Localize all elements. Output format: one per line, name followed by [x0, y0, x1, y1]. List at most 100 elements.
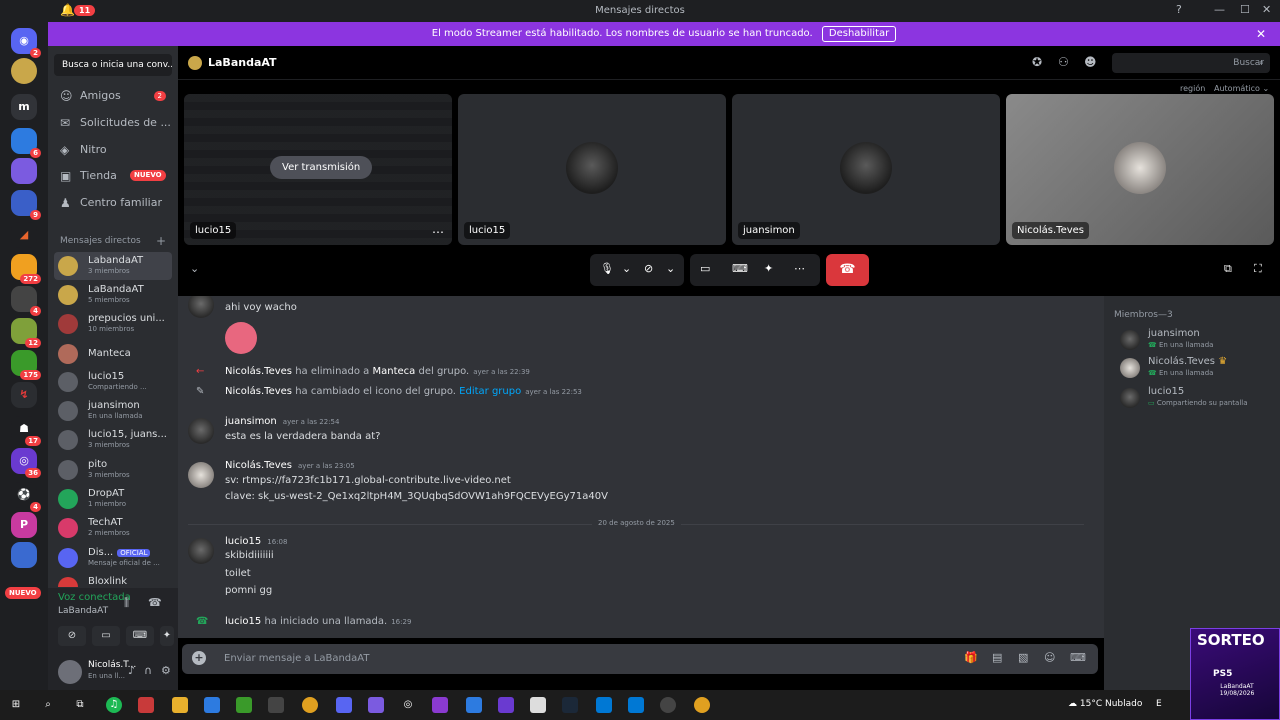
members-icon[interactable]: ☻ [1084, 55, 1097, 69]
server-icon[interactable]: 12 [11, 318, 41, 348]
file-icon[interactable] [530, 697, 546, 713]
activity-icon[interactable]: ⌨ [1070, 651, 1086, 664]
server-icon[interactable]: ↯ [11, 382, 37, 408]
task-view-icon[interactable]: ⧉ [72, 697, 88, 713]
chrome-icon[interactable] [694, 697, 710, 713]
server-icon[interactable]: 272 [11, 254, 41, 284]
banner-close-icon[interactable]: ✕ [1256, 22, 1266, 46]
search-icon[interactable]: ⌕ [40, 697, 56, 713]
collapse-icon[interactable]: ⌄ [190, 262, 199, 275]
nav-requests[interactable]: ✉ Solicitudes de ... [54, 111, 172, 135]
fullscreen-icon[interactable]: ⛶ [1254, 262, 1262, 276]
dm-item[interactable]: juansimon En una llamada [54, 397, 172, 425]
close-icon[interactable]: ✕ [1262, 3, 1271, 16]
help-icon[interactable]: ? [1176, 3, 1182, 16]
dm-item[interactable]: prepucios uni... 10 miembros [54, 310, 172, 338]
hang-up-button[interactable]: ☎ [826, 254, 869, 286]
dm-item[interactable]: LaBandaAT 5 miembros [54, 281, 172, 309]
app-icon[interactable] [268, 697, 284, 713]
dm-item[interactable]: Manteca [54, 340, 172, 368]
message-composer[interactable]: + Enviar mensaje a LaBandaAT 🎁 ▤ ▧ ☺ ⌨ [182, 644, 1098, 674]
participant-tile[interactable]: Nicolás.Teves [1006, 94, 1274, 245]
edit-group-link[interactable]: Editar grupo [459, 386, 521, 397]
add-attachment-icon[interactable]: + [192, 651, 206, 665]
camera-off-icon[interactable]: ⊘ [644, 262, 653, 275]
discord-icon[interactable] [336, 697, 352, 713]
member-item[interactable]: lucio15 ▭ Compartiendo su pantalla [1120, 386, 1276, 412]
dm-item[interactable]: lucio15 Compartiendo ... [54, 368, 172, 396]
nav-family[interactable]: ♟ Centro familiar [54, 191, 172, 215]
avatar[interactable] [188, 538, 214, 564]
server-icon[interactable]: 175 [11, 350, 41, 380]
language-indicator[interactable]: E [1156, 699, 1162, 709]
app-icon[interactable] [466, 697, 482, 713]
weather-widget[interactable]: ☁ 15°C Nublado [1068, 699, 1142, 709]
disconnect-icon[interactable]: ☎ [148, 596, 162, 609]
voice-channel[interactable]: LaBandaAT [58, 606, 108, 616]
avatar[interactable] [58, 660, 82, 684]
minimize-icon[interactable]: — [1214, 3, 1225, 16]
headset-icon[interactable]: ∩ [144, 664, 152, 677]
watch-stream-button[interactable]: Ver transmisión [270, 156, 373, 179]
server-icon[interactable]: 9 [11, 190, 41, 220]
server-icon[interactable]: P [11, 512, 37, 538]
new-dm-icon[interactable]: + [156, 234, 166, 248]
participant-tile[interactable]: juansimon [732, 94, 1000, 245]
dm-item[interactable]: TechAT 2 miembros [54, 514, 172, 542]
disable-button[interactable]: Deshabilitar [821, 26, 897, 42]
minecraft-icon[interactable] [236, 697, 252, 713]
more-icon[interactable]: ⋯ [794, 262, 805, 275]
sticker-icon[interactable]: ▧ [1018, 651, 1028, 664]
participant-tile[interactable]: lucio15 [458, 94, 726, 245]
vscode-icon[interactable] [596, 697, 612, 713]
dm-item[interactable]: DropAT 1 miembro [54, 485, 172, 513]
noise-icon[interactable]: ⫼ [124, 596, 129, 610]
soundboard-icon[interactable]: ✦ [764, 262, 773, 275]
app-icon[interactable] [498, 697, 514, 713]
chevron-down-icon[interactable]: ⌄ [666, 262, 675, 275]
spotify-icon[interactable]: ♫ [106, 697, 122, 713]
pin-icon[interactable]: ✪ [1032, 55, 1042, 69]
soundboard-button[interactable]: ✦ [160, 626, 174, 646]
server-icon[interactable]: ◎ 36 [11, 448, 41, 478]
server-icon[interactable]: ☗ 17 [11, 416, 41, 446]
steam-icon[interactable] [562, 697, 578, 713]
mic-icon[interactable]: 🎙 [600, 262, 614, 275]
server-icon[interactable] [11, 158, 37, 184]
gift-icon[interactable]: 🎁 [964, 651, 978, 664]
file-explorer-icon[interactable] [172, 697, 188, 713]
server-icon[interactable]: 4 [11, 286, 41, 316]
server-icon-m[interactable]: m [11, 94, 37, 120]
app-icon[interactable] [138, 697, 154, 713]
search-input[interactable]: Buscar ⌕ [1112, 53, 1270, 73]
member-item[interactable]: juansimon ☎ En una llamada [1120, 328, 1276, 354]
app-icon[interactable]: ◎ [400, 697, 416, 713]
mic-icon[interactable]: ♪ [128, 664, 135, 677]
dm-item[interactable]: lucio15, juans... 3 miembros [54, 426, 172, 454]
dm-item[interactable]: pito 3 miembros [54, 456, 172, 484]
camera-off-button[interactable]: ⊘ [58, 626, 86, 646]
activity-icon[interactable]: ⌨ [732, 262, 748, 275]
obs-icon[interactable] [660, 697, 676, 713]
server-icon[interactable] [11, 542, 37, 568]
popout-icon[interactable]: ⧉ [1224, 262, 1232, 276]
nav-friends[interactable]: ☺ Amigos 2 [54, 84, 172, 108]
emoji-icon[interactable]: ☺ [1044, 651, 1055, 664]
avatar[interactable] [188, 418, 214, 444]
message-input[interactable]: Enviar mensaje a LaBandaAT [224, 653, 369, 664]
dm-item[interactable]: Dis... OFICIAL Mensaje oficial de ... [54, 544, 172, 572]
activity-button[interactable]: ⌨ [126, 626, 154, 646]
nav-shop[interactable]: ▣ Tienda NUEVO [54, 164, 172, 188]
dm-item[interactable]: LabandaAT 3 miembros [54, 252, 172, 280]
avatar[interactable] [188, 296, 214, 318]
server-icon[interactable] [11, 58, 37, 84]
app-icon[interactable] [368, 697, 384, 713]
server-icon[interactable]: ⚽ 4 [11, 482, 41, 512]
server-icon[interactable]: 6 [11, 128, 41, 158]
windows-start-icon[interactable]: ⊞ [8, 697, 24, 713]
settings-icon[interactable]: ⚙ [161, 664, 171, 677]
member-item[interactable]: Nicolás.Teves ♛ ☎ En una llamada [1120, 356, 1276, 382]
maximize-icon[interactable]: ☐ [1240, 3, 1250, 16]
region-select[interactable]: Automático ⌄ [1214, 84, 1269, 93]
avatar[interactable] [188, 462, 214, 488]
